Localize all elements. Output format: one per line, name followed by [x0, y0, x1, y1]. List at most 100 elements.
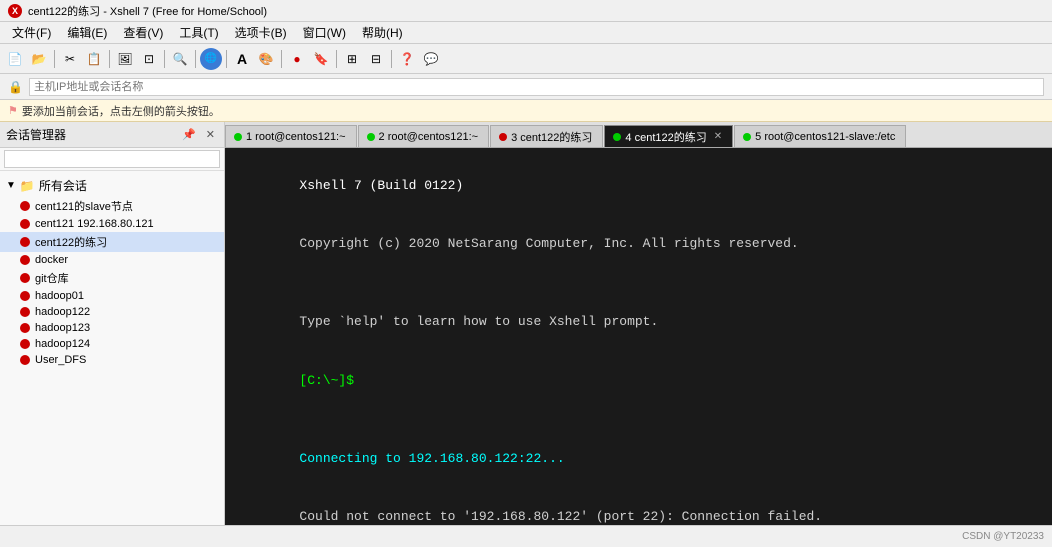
menu-bar: 文件(F) 编辑(E) 查看(V) 工具(T) 选项卡(B) 窗口(W) 帮助(… [0, 22, 1052, 44]
tab-1[interactable]: 2 root@centos121:~ [358, 125, 490, 147]
sidebar-item-cent121slave[interactable]: cent121的slave节点 [0, 196, 224, 216]
status-dot-3 [20, 255, 30, 265]
tab-label-4: 5 root@centos121-slave:/etc [755, 131, 895, 143]
item-label-5: hadoop01 [35, 290, 84, 302]
mark-btn[interactable]: ● [286, 48, 308, 70]
sidebar-item-hadoop123[interactable]: hadoop123 [0, 320, 224, 336]
sidebar-search-area [0, 148, 224, 171]
status-dot-6 [20, 307, 30, 317]
info-bar: ⚑ 要添加当前会话，点击左侧的箭头按钮。 [0, 100, 1052, 122]
toolbar-sep-6 [281, 50, 282, 68]
layout-btn[interactable]: ⊞ [341, 48, 363, 70]
terminal[interactable]: Xshell 7 (Build 0122) Copyright (c) 2020… [225, 148, 1052, 525]
sidebar-close-btn[interactable]: ✕ [203, 127, 218, 142]
color-btn[interactable]: 🎨 [255, 48, 277, 70]
layout2-btn[interactable]: ⊟ [365, 48, 387, 70]
status-dot-9 [20, 355, 30, 365]
status-dot-7 [20, 323, 30, 333]
item-label-7: hadoop123 [35, 322, 90, 334]
flag-icon: ⚑ [8, 104, 18, 117]
term-line-5: Could not connect to '192.168.80.122' (p… [237, 488, 1040, 526]
open-btn[interactable]: 📂 [28, 48, 50, 70]
tab-bar: 1 root@centos121:~ 2 root@centos121:~ 3 … [225, 122, 1052, 148]
tab-close-3[interactable]: ✕ [714, 131, 722, 142]
menu-view[interactable]: 查看(V) [115, 22, 171, 43]
sidebar-item-hadoop124[interactable]: hadoop124 [0, 336, 224, 352]
term-text-4: Connecting to 192.168.80.122:22... [299, 451, 564, 466]
main-area: 会话管理器 📌 ✕ ▼ 📁 所有会话 cent121的slave节点 cent1… [0, 122, 1052, 525]
menu-file[interactable]: 文件(F) [4, 22, 59, 43]
tab-0[interactable]: 1 root@centos121:~ [225, 125, 357, 147]
sidebar-item-cent122[interactable]: cent122的练习 [0, 232, 224, 252]
copy-btn[interactable]: 📋 [83, 48, 105, 70]
tab-label-2: 3 cent122的练习 [511, 129, 592, 145]
item-label-6: hadoop122 [35, 306, 90, 318]
status-dot-0 [20, 201, 30, 211]
screenshot-btn[interactable]: 🖼 [114, 48, 136, 70]
title-bar: X cent122的练习 - Xshell 7 (Free for Home/S… [0, 0, 1052, 22]
watermark: CSDN @YT20233 [962, 531, 1044, 542]
help-btn[interactable]: ❓ [396, 48, 418, 70]
term-text-0: Xshell 7 (Build 0122) [299, 178, 463, 193]
address-bar: 🔒 [0, 74, 1052, 100]
window-title: cent122的练习 - Xshell 7 (Free for Home/Sch… [28, 3, 267, 19]
status-dot-2 [20, 237, 30, 247]
sidebar: 会话管理器 📌 ✕ ▼ 📁 所有会话 cent121的slave节点 cent1… [0, 122, 225, 525]
tab-label-1: 2 root@centos121:~ [379, 131, 479, 143]
status-dot-5 [20, 291, 30, 301]
menu-window[interactable]: 窗口(W) [295, 22, 354, 43]
item-label-0: cent121的slave节点 [35, 198, 133, 214]
folder-icon: 📁 [20, 179, 35, 193]
sidebar-tree: ▼ 📁 所有会话 cent121的slave节点 cent121 192.168… [0, 171, 224, 525]
status-dot-4 [20, 273, 30, 283]
info-text: 要添加当前会话，点击左侧的箭头按钮。 [22, 103, 220, 119]
item-label-8: hadoop124 [35, 338, 90, 350]
cut-btn[interactable]: ✂ [59, 48, 81, 70]
network-btn[interactable]: 🌐 [200, 48, 222, 70]
sidebar-search-input[interactable] [4, 150, 220, 168]
menu-tabs[interactable]: 选项卡(B) [227, 22, 295, 43]
sidebar-item-docker[interactable]: docker [0, 252, 224, 268]
sidebar-item-userdfs[interactable]: User_DFS [0, 352, 224, 368]
tab-2[interactable]: 3 cent122的练习 [490, 125, 603, 147]
sidebar-item-git[interactable]: git仓库 [0, 268, 224, 288]
term-line-1: Copyright (c) 2020 NetSarang Computer, I… [237, 215, 1040, 274]
pin-btn[interactable]: 📌 [179, 127, 199, 142]
tab-label-0: 1 root@centos121:~ [246, 131, 346, 143]
something-btn[interactable]: ⊡ [138, 48, 160, 70]
term-text-2: Type `help' to learn how to use Xshell p… [299, 314, 658, 329]
tab-4[interactable]: 5 root@centos121-slave:/etc [734, 125, 906, 147]
menu-help[interactable]: 帮助(H) [354, 22, 411, 43]
bookmark-btn[interactable]: 🔖 [310, 48, 332, 70]
item-label-3: docker [35, 254, 68, 266]
term-line-2: Type `help' to learn how to use Xshell p… [237, 293, 1040, 352]
item-label-1: cent121 192.168.80.121 [35, 218, 154, 230]
new-session-btn[interactable]: 📄 [4, 48, 26, 70]
toolbar-sep-4 [195, 50, 196, 68]
status-dot-1 [20, 219, 30, 229]
tab-3[interactable]: 4 cent122的练习 ✕ [604, 125, 733, 147]
menu-tools[interactable]: 工具(T) [171, 22, 226, 43]
sidebar-item-cent121[interactable]: cent121 192.168.80.121 [0, 216, 224, 232]
toolbar-sep-5 [226, 50, 227, 68]
find-btn[interactable]: 🔍 [169, 48, 191, 70]
lock-icon: 🔒 [8, 80, 23, 94]
app-icon: X [8, 4, 22, 18]
expand-icon[interactable]: ▼ [6, 180, 16, 191]
toolbar-sep-7 [336, 50, 337, 68]
menu-edit[interactable]: 编辑(E) [59, 22, 115, 43]
address-input[interactable] [29, 78, 1044, 96]
bottom-bar: CSDN @YT20233 [0, 525, 1052, 547]
term-text-1: Copyright (c) 2020 NetSarang Computer, I… [299, 236, 798, 251]
toolbar-sep-1 [54, 50, 55, 68]
term-line-3: [C:\~]$ [237, 351, 1040, 410]
sidebar-actions: 📌 ✕ [179, 127, 218, 142]
chat-btn[interactable]: 💬 [420, 48, 442, 70]
term-prompt-1: [C:\~]$ [299, 373, 354, 388]
sidebar-item-hadoop01[interactable]: hadoop01 [0, 288, 224, 304]
tab-dot-1 [367, 133, 375, 141]
sidebar-item-hadoop122[interactable]: hadoop122 [0, 304, 224, 320]
item-label-4: git仓库 [35, 270, 69, 286]
term-blank-1 [237, 273, 1040, 293]
font-btn[interactable]: A [231, 48, 253, 70]
